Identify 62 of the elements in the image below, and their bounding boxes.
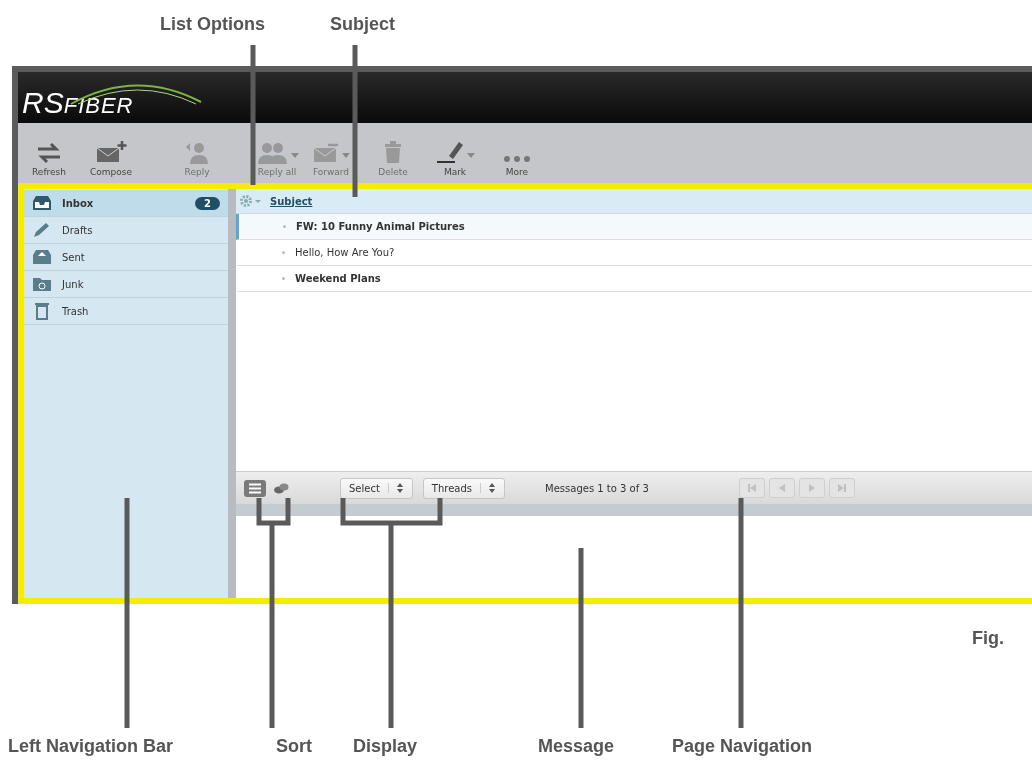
trash-icon bbox=[383, 140, 403, 164]
view-toggle-button[interactable] bbox=[244, 479, 266, 497]
callout-label: Subject bbox=[330, 14, 395, 35]
toolbar-button[interactable]: Refresh bbox=[18, 138, 80, 177]
speech-bubbles-icon bbox=[273, 482, 289, 494]
envelope-icon bbox=[312, 142, 340, 164]
next-icon bbox=[809, 484, 816, 492]
unread-count: 2 bbox=[195, 196, 220, 210]
people-icon bbox=[255, 140, 289, 164]
folder-item[interactable]: Sent bbox=[24, 244, 228, 271]
callout-label: Page Navigation bbox=[672, 736, 813, 757]
list-options-button[interactable] bbox=[240, 195, 262, 207]
folder-item[interactable]: Drafts bbox=[24, 217, 228, 244]
folder-item[interactable]: Junk bbox=[24, 271, 228, 298]
junk-folder-icon bbox=[32, 276, 52, 292]
bullet-icon bbox=[282, 277, 285, 280]
bullet-icon bbox=[282, 251, 285, 254]
callout-label: Display bbox=[353, 736, 418, 757]
more-icon bbox=[502, 154, 532, 164]
callout-label: Sort bbox=[276, 736, 312, 757]
last-page-icon bbox=[838, 484, 847, 492]
folder-name: Inbox bbox=[62, 197, 95, 209]
callout-label: Message bbox=[538, 736, 615, 757]
up-down-arrows-icon bbox=[387, 483, 404, 493]
dropdown[interactable]: Threads bbox=[422, 477, 506, 499]
pencil-icon bbox=[32, 222, 52, 238]
toolbar-button[interactable]: Mark bbox=[424, 138, 486, 177]
folder-item[interactable]: Inbox 2 bbox=[24, 190, 228, 217]
message-subject: FW: 10 Funny Animal Pictures bbox=[296, 221, 465, 232]
toolbar-button[interactable]: More bbox=[486, 138, 548, 177]
folder-name: Sent bbox=[62, 251, 86, 263]
message-count: Messages 1 to 3 of 3 bbox=[545, 482, 650, 494]
refresh-icon bbox=[36, 142, 62, 164]
figure-label: Fig. bbox=[972, 628, 1004, 649]
tray-icon bbox=[32, 195, 52, 211]
folder-name: Junk bbox=[62, 278, 85, 290]
reply-icon bbox=[184, 140, 210, 164]
folder-item[interactable]: Trash bbox=[24, 298, 228, 325]
folder-name: Trash bbox=[62, 305, 90, 317]
logo: RSFIBER bbox=[22, 76, 212, 118]
dropdown[interactable]: Select bbox=[340, 477, 413, 499]
gear-icon bbox=[240, 195, 262, 207]
tray-icon bbox=[32, 249, 52, 265]
compose-icon bbox=[95, 140, 127, 164]
message-row[interactable]: FW: 10 Funny Animal Pictures bbox=[236, 214, 1032, 240]
toolbar-button[interactable]: Compose bbox=[80, 138, 142, 177]
pane-splitter[interactable] bbox=[228, 189, 236, 598]
message-subject: Hello, How Are You? bbox=[295, 247, 395, 258]
message-subject: Weekend Plans bbox=[295, 273, 381, 284]
folder-name: Drafts bbox=[62, 224, 94, 236]
message-row[interactable]: Hello, How Are You? bbox=[236, 240, 1032, 266]
previous-icon bbox=[779, 484, 786, 492]
message-row[interactable]: Weekend Plans bbox=[236, 266, 1032, 292]
first-page-icon bbox=[748, 484, 757, 492]
up-down-arrows-icon bbox=[480, 483, 497, 493]
bullet-icon bbox=[283, 225, 286, 228]
callout-label: Left Navigation Bar bbox=[8, 736, 174, 757]
highlighter-icon bbox=[435, 140, 465, 164]
subject-column-header[interactable]: Subject bbox=[270, 195, 313, 207]
trash-icon bbox=[32, 302, 52, 320]
list-icon bbox=[248, 482, 262, 494]
callout-label: List Options bbox=[160, 14, 265, 35]
